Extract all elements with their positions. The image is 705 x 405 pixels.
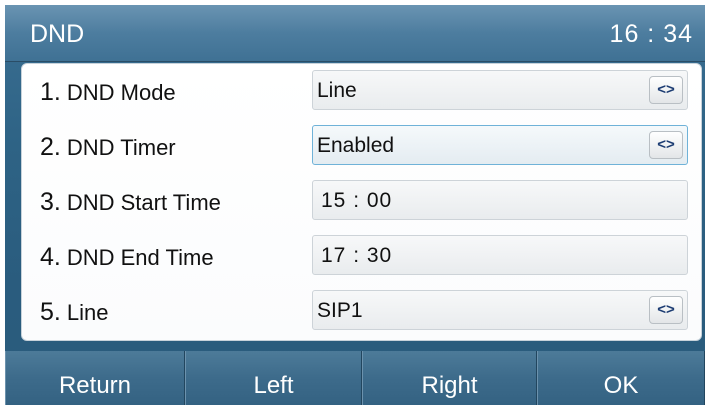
setting-label: 1. DND Mode xyxy=(40,78,176,107)
settings-panel: 1. DND Mode Line <> 2. DND Timer Enabled <… xyxy=(21,63,702,341)
row-number: 5. xyxy=(40,298,61,326)
setting-row-line[interactable]: 5. Line SIP1 <> xyxy=(22,284,701,339)
dnd-end-time-value: 17 : 30 xyxy=(321,244,393,267)
row-number: 3. xyxy=(40,188,61,216)
phone-screen: DND 16 : 34 1. DND Mode Line <> 2. DND Tim… xyxy=(5,5,705,405)
dnd-end-time-field[interactable]: 17 : 30 xyxy=(312,235,688,275)
row-label-text: DND End Time xyxy=(66,245,214,270)
right-button[interactable]: Right xyxy=(362,351,537,405)
setting-label: 3. DND Start Time xyxy=(40,188,221,217)
switch-arrows-icon[interactable]: <> xyxy=(649,131,683,159)
left-button[interactable]: Left xyxy=(185,351,362,405)
ok-button[interactable]: OK xyxy=(537,351,705,405)
setting-row-dnd-mode[interactable]: 1. DND Mode Line <> xyxy=(22,64,701,119)
dnd-start-time-field[interactable]: 15 : 00 xyxy=(312,180,688,220)
setting-label: 2. DND Timer xyxy=(40,133,176,162)
dnd-timer-value: Enabled xyxy=(317,134,395,157)
line-value: SIP1 xyxy=(317,299,363,322)
page-title: DND xyxy=(30,20,85,48)
clock: 16 : 34 xyxy=(609,20,693,48)
row-number: 4. xyxy=(40,243,61,271)
dnd-start-time-value: 15 : 00 xyxy=(321,189,393,212)
dnd-mode-value: Line xyxy=(317,79,357,102)
title-bar: DND 16 : 34 xyxy=(5,5,705,62)
softkey-bar: Return Left Right OK xyxy=(5,351,705,405)
row-label-text: DND Timer xyxy=(66,135,176,160)
setting-row-dnd-timer[interactable]: 2. DND Timer Enabled <> xyxy=(22,119,701,174)
dnd-mode-select[interactable]: Line <> xyxy=(312,70,688,110)
setting-label: 5. Line xyxy=(40,298,108,327)
setting-row-dnd-start-time[interactable]: 3. DND Start Time 15 : 00 xyxy=(22,174,701,229)
row-label-text: Line xyxy=(66,300,109,325)
setting-label: 4. DND End Time xyxy=(40,243,214,272)
dnd-timer-select[interactable]: Enabled <> xyxy=(312,125,688,165)
return-button[interactable]: Return xyxy=(5,351,185,405)
row-label-text: DND Start Time xyxy=(66,190,221,215)
switch-arrows-icon[interactable]: <> xyxy=(649,296,683,324)
row-number: 2. xyxy=(40,133,61,161)
row-label-text: DND Mode xyxy=(66,80,176,105)
line-select[interactable]: SIP1 <> xyxy=(312,290,688,330)
switch-arrows-icon[interactable]: <> xyxy=(649,76,683,104)
setting-row-dnd-end-time[interactable]: 4. DND End Time 17 : 30 xyxy=(22,229,701,284)
row-number: 1. xyxy=(40,78,61,106)
